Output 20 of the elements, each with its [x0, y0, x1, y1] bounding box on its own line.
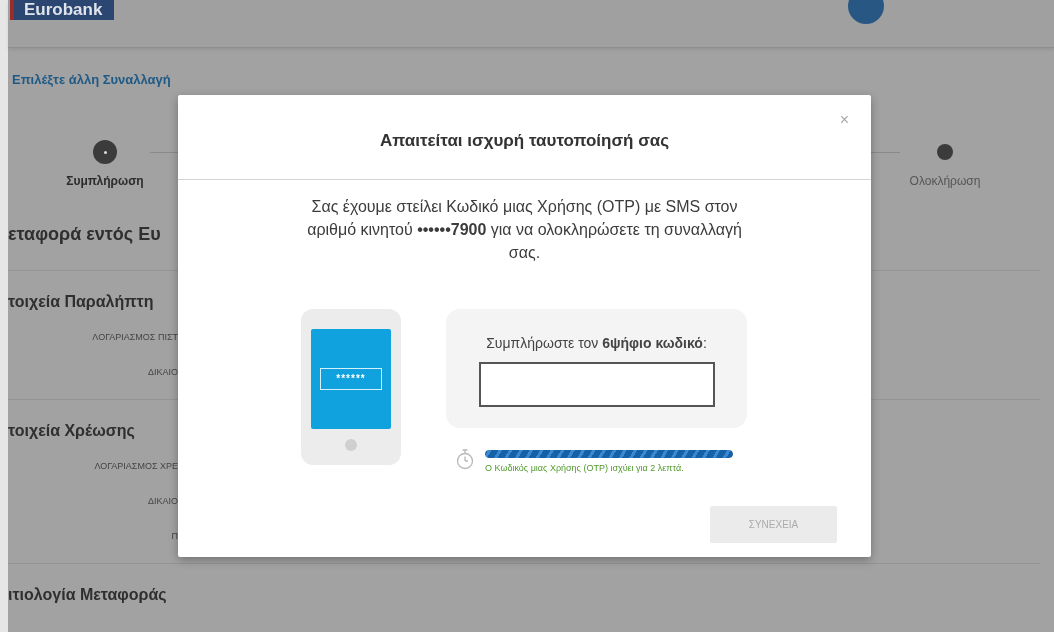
section-title: ιτιολογία Μεταφοράς	[8, 586, 168, 604]
phone-button-icon	[345, 439, 357, 451]
logo[interactable]: Eurobank	[10, 0, 115, 20]
close-button[interactable]: ×	[837, 111, 851, 129]
back-link[interactable]: Επιλέξτε άλλη Συναλλαγή	[12, 72, 171, 87]
stopwatch-icon	[455, 448, 475, 470]
field-label: Π	[171, 530, 178, 541]
dialog-title: Απαιτείται ισχυρή ταυτοποίησή σας	[379, 131, 670, 151]
field-label: ΛΟΓΑΡΙΑΣΜΟΣ ΠΙΣΤ	[92, 331, 178, 342]
step-label: Ολοκλήρωση	[909, 174, 981, 188]
timer-note: Ο Κωδικός μιας Χρήσης (OTP) ισχύει για 2 λεπτά.	[485, 463, 685, 473]
field-label: ΔΙΚΑΙΟ	[147, 495, 178, 506]
code-label: Συμπλήρωστε τον 6ψήφιο κωδικό:	[486, 335, 707, 351]
step-label: Συμπλήρωση	[66, 174, 144, 188]
field-label: ΔΙΚΑΙΟ	[147, 366, 178, 377]
code-input-field[interactable]	[478, 362, 715, 407]
masked-code: ******	[320, 368, 382, 390]
section-title: τοιχεία Παραλήπτη	[8, 293, 155, 311]
field-label: ΛΟΓΑΡΙΑΣΜΟΣ ΧΡΕ	[94, 460, 178, 471]
section-title: τοιχεία Χρέωσης	[8, 422, 136, 440]
